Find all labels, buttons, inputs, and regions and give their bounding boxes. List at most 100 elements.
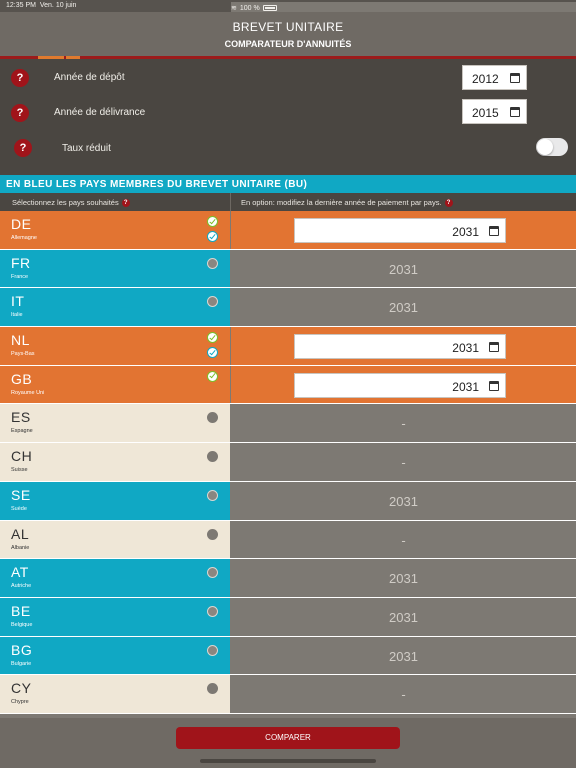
- year-cell: -: [231, 443, 576, 481]
- country-row-es[interactable]: ES Espagne -: [0, 404, 576, 444]
- country-cell[interactable]: NL Pays-Bas: [0, 327, 230, 365]
- country-cell[interactable]: FR France: [0, 249, 230, 288]
- country-name: Bulgarie: [11, 660, 32, 667]
- filing-year-label: Année de dépôt: [54, 72, 125, 83]
- app-header: BREVET UNITAIRE COMPARATEUR D'ANNUITÉS: [0, 12, 576, 56]
- last-year-field[interactable]: 2031: [294, 372, 506, 398]
- last-year-text: 2031: [389, 261, 418, 277]
- selected-check-icon[interactable]: [207, 216, 218, 227]
- country-name: Italie: [11, 312, 23, 319]
- year-cell[interactable]: 2031: [231, 211, 576, 249]
- grant-year-field[interactable]: 2015: [462, 99, 527, 124]
- bu-banner: EN BLEU LES PAYS MEMBRES DU BREVET UNITA…: [0, 175, 576, 193]
- country-name: Allemagne: [11, 235, 37, 241]
- country-row-al[interactable]: AL Albanie -: [0, 520, 576, 560]
- country-name: Royaume Uni: [11, 389, 45, 396]
- country-code: NL: [11, 332, 30, 349]
- country-row-be[interactable]: BE Belgique 2031: [0, 597, 576, 637]
- select-column-header: Sélectionnez les pays souhaités ?: [12, 198, 130, 207]
- battery-percent: 100 %: [239, 4, 260, 12]
- select-radio[interactable]: [207, 489, 218, 501]
- country-cell[interactable]: IT Italie: [0, 288, 230, 327]
- country-cell[interactable]: DE Allemagne: [0, 211, 230, 249]
- select-radio[interactable]: [207, 296, 218, 308]
- country-list[interactable]: DE Allemagne 2031 FR France 2031 IT Italie 2031 N…: [0, 211, 576, 718]
- select-radio[interactable]: [207, 528, 218, 540]
- country-code: BE: [11, 602, 31, 619]
- wifi-icon: ≋: [231, 5, 237, 12]
- country-name: Chypre: [11, 699, 29, 706]
- grant-year-label: Année de délivrance: [54, 107, 146, 118]
- country-cell[interactable]: SE Suède: [0, 481, 230, 520]
- country-row-bg[interactable]: BG Bulgarie 2031: [0, 636, 576, 676]
- country-row-de[interactable]: DE Allemagne 2031: [0, 211, 576, 250]
- year-cell: 2031: [231, 597, 576, 636]
- last-year-text: 2031: [389, 571, 418, 587]
- bu-check-icon[interactable]: [207, 347, 218, 359]
- select-radio[interactable]: [207, 605, 218, 617]
- year-cell[interactable]: 2031: [231, 327, 576, 365]
- year-cell: 2031: [231, 481, 576, 520]
- country-cell[interactable]: CY Chypre: [0, 675, 230, 713]
- country-code: FR: [11, 254, 31, 271]
- select-radio[interactable]: [207, 412, 218, 424]
- help-icon[interactable]: ?: [444, 198, 453, 207]
- option-column-header: En option: modifiez la dernière année de…: [241, 198, 453, 207]
- country-cell[interactable]: GB Royaume Uni: [0, 365, 230, 404]
- select-radio[interactable]: [207, 683, 218, 695]
- filing-year-field[interactable]: 2012: [462, 65, 527, 90]
- country-cell[interactable]: AT Autriche: [0, 559, 230, 597]
- country-row-nl[interactable]: NL Pays-Bas 2031: [0, 327, 576, 366]
- last-year-value: 2031: [452, 225, 479, 239]
- country-cell[interactable]: CH Suisse: [0, 443, 230, 481]
- country-cell[interactable]: AL Albanie: [0, 520, 230, 559]
- select-header-text: Sélectionnez les pays souhaités: [12, 198, 119, 207]
- country-code: AT: [11, 564, 29, 581]
- last-year-value: 2031: [452, 379, 479, 394]
- help-icon[interactable]: ?: [11, 104, 29, 122]
- country-row-gb[interactable]: GB Royaume Uni 2031: [0, 365, 576, 405]
- compare-button[interactable]: COMPARER: [176, 727, 400, 749]
- country-name: Autriche: [11, 583, 32, 590]
- country-cell[interactable]: BG Bulgarie: [0, 636, 230, 675]
- last-year-field[interactable]: 2031: [294, 218, 506, 243]
- last-year-value: 2031: [452, 341, 479, 356]
- country-code: CY: [11, 680, 32, 697]
- country-code: AL: [11, 525, 30, 542]
- country-cell[interactable]: ES Espagne: [0, 404, 230, 443]
- year-cell[interactable]: 2031: [231, 365, 576, 404]
- country-row-cy[interactable]: CY Chypre -: [0, 675, 576, 714]
- reduced-rate-toggle[interactable]: [536, 138, 568, 156]
- calendar-icon: [489, 226, 499, 236]
- country-row-at[interactable]: AT Autriche 2031: [0, 559, 576, 598]
- last-year-text: 2031: [389, 648, 418, 664]
- help-icon[interactable]: ?: [14, 139, 32, 157]
- country-row-fr[interactable]: FR France 2031: [0, 249, 576, 289]
- country-cell[interactable]: BE Belgique: [0, 597, 230, 636]
- select-radio[interactable]: [207, 257, 218, 269]
- help-icon[interactable]: ?: [11, 69, 29, 87]
- battery-icon: [262, 5, 277, 11]
- year-cell: -: [231, 520, 576, 559]
- country-row-it[interactable]: IT Italie 2031: [0, 288, 576, 328]
- bu-check-icon[interactable]: [207, 231, 218, 242]
- last-year-field[interactable]: 2031: [294, 334, 506, 360]
- country-code: DE: [11, 216, 32, 232]
- selected-check-icon[interactable]: [207, 332, 218, 344]
- country-name: Suisse: [11, 467, 28, 474]
- last-year-text: -: [401, 532, 406, 548]
- select-radio[interactable]: [207, 451, 218, 463]
- select-radio[interactable]: [207, 567, 218, 579]
- column-divider: [230, 193, 231, 211]
- country-row-se[interactable]: SE Suède 2031: [0, 481, 576, 521]
- country-row-ch[interactable]: CH Suisse -: [0, 443, 576, 482]
- country-code: GB: [11, 370, 33, 387]
- help-icon[interactable]: ?: [121, 198, 130, 207]
- last-year-text: -: [401, 687, 406, 703]
- select-radio[interactable]: [207, 644, 218, 656]
- country-name: Espagne: [11, 428, 33, 435]
- selected-check-icon[interactable]: [207, 370, 218, 382]
- year-cell: 2031: [231, 249, 576, 288]
- country-name: Pays-Bas: [11, 351, 35, 358]
- country-code: IT: [11, 293, 25, 310]
